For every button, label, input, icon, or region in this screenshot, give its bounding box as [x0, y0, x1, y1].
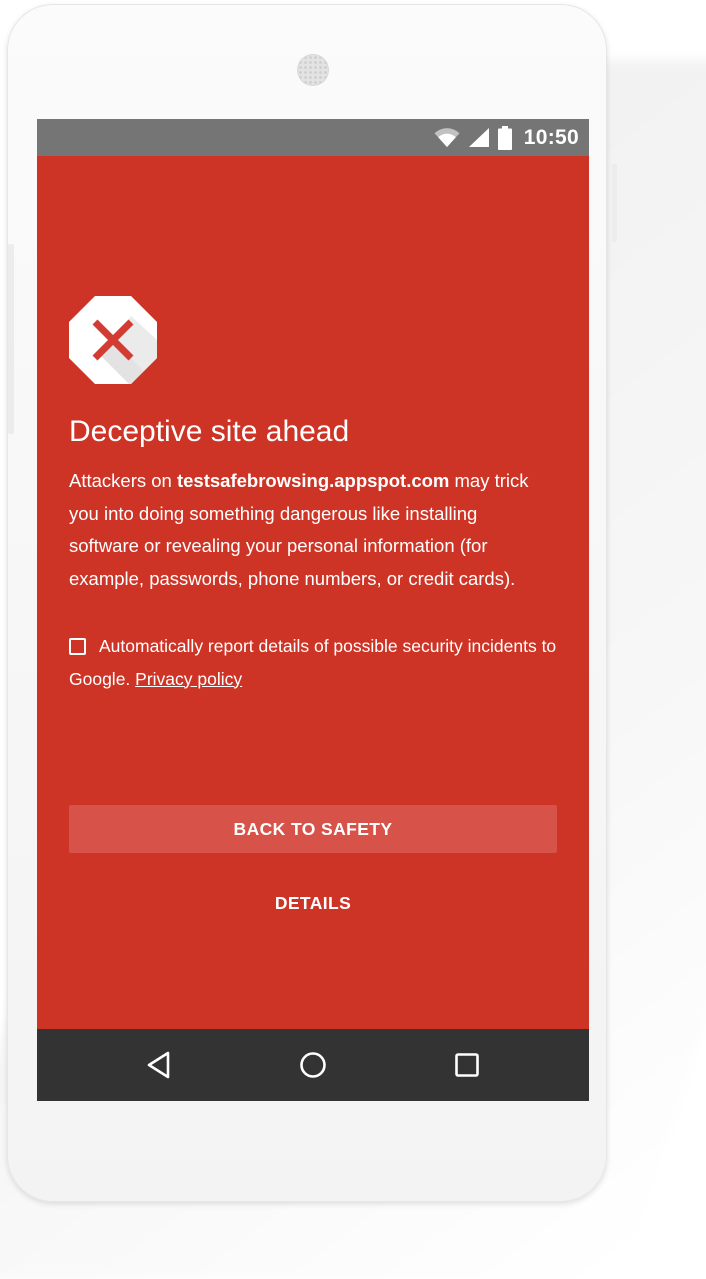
nav-back-button[interactable]: [137, 1043, 181, 1087]
recents-icon: [455, 1053, 479, 1077]
home-icon: [300, 1052, 326, 1078]
report-option: Automatically report details of possible…: [69, 630, 559, 695]
privacy-policy-link[interactable]: Privacy policy: [135, 669, 242, 689]
report-checkbox[interactable]: [69, 638, 86, 655]
screenshot-stage: 10:50 Deceptive site ahead Attackers on …: [0, 0, 706, 1279]
volume-rocker: [8, 244, 14, 434]
phone-screen: 10:50 Deceptive site ahead Attackers on …: [37, 119, 589, 1101]
details-button[interactable]: DETAILS: [69, 881, 557, 925]
status-icons: 10:50: [434, 119, 579, 156]
phone-device: 10:50 Deceptive site ahead Attackers on …: [7, 4, 617, 1202]
status-time: 10:50: [523, 125, 579, 149]
battery-icon: [497, 125, 512, 150]
description-prefix: Attackers on: [69, 470, 177, 491]
cell-signal-icon: [468, 128, 489, 147]
stop-x-icon: [69, 296, 157, 384]
nav-recents-button[interactable]: [445, 1043, 489, 1087]
earpiece-speaker: [298, 55, 328, 85]
back-to-safety-button[interactable]: BACK TO SAFETY: [69, 805, 557, 853]
navigation-bar: [37, 1029, 589, 1101]
warning-description: Attackers on testsafebrowsing.appspot.co…: [69, 465, 549, 595]
wifi-icon: [434, 127, 460, 147]
page-title: Deceptive site ahead: [69, 415, 350, 448]
site-domain: testsafebrowsing.appspot.com: [176, 470, 450, 491]
back-icon: [147, 1051, 170, 1079]
nav-home-button[interactable]: [291, 1043, 335, 1087]
status-bar: 10:50: [37, 119, 589, 156]
power-button: [612, 164, 617, 242]
